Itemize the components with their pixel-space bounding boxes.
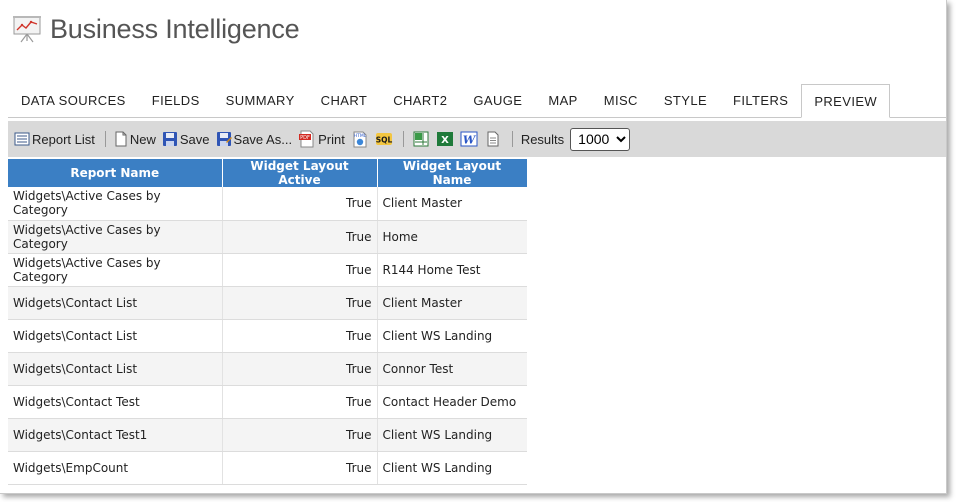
save-as-label: Save As... [233, 131, 293, 147]
save-as-button[interactable]: Save As... [216, 131, 293, 147]
cell-report-name: Widgets\Contact List [8, 352, 222, 386]
table-row: Widgets\EmpCount True Client WS Landing [8, 451, 527, 485]
cell-report-name: Widgets\EmpCount [8, 451, 222, 485]
new-label: New [129, 131, 156, 147]
toolbar: Report List New Save Save As... PDF Prin… [8, 121, 946, 157]
table-row: Widgets\Contact List True Client Master [8, 286, 527, 320]
document-icon [487, 131, 499, 147]
svg-text:W: W [463, 134, 477, 147]
report-list-icon [14, 132, 30, 146]
pdf-icon: PDF [299, 130, 314, 148]
cell-widget-layout-name: R144 Home Test [377, 253, 527, 287]
app-header: Business Intelligence [12, 12, 300, 46]
results-select[interactable]: 1000 [570, 127, 631, 151]
tab-fields[interactable]: FIELDS [139, 84, 213, 117]
table-row: Widgets\Active Cases by Category True Cl… [8, 187, 527, 221]
cell-widget-layout-name: Client WS Landing [377, 451, 527, 485]
excel-export-button[interactable]: X [436, 130, 454, 148]
cell-widget-layout-active: True [221, 385, 378, 419]
cell-widget-layout-active: True [221, 286, 378, 320]
table-row: Widgets\Contact List True Client WS Land… [8, 319, 527, 353]
cell-report-name: Widgets\Contact List [8, 319, 222, 353]
results-label: Results [520, 131, 565, 147]
table-row: Widgets\Contact Test True Contact Header… [8, 385, 527, 419]
table-header-row: Report Name Widget Layout Active Widget … [8, 159, 528, 187]
word-icon: W [460, 131, 478, 147]
csv-export-button[interactable] [412, 130, 430, 148]
cell-report-name: Widgets\Contact Test1 [8, 418, 222, 452]
print-label: Print [318, 131, 345, 147]
cell-widget-layout-name: Client WS Landing [377, 418, 527, 452]
cell-report-name: Widgets\Active Cases by Category [8, 253, 222, 287]
save-as-icon [216, 132, 232, 146]
svg-text:SQL: SQL [376, 136, 393, 145]
new-document-icon [115, 131, 127, 147]
new-button[interactable]: New [114, 131, 156, 147]
tab-preview[interactable]: PREVIEW [801, 84, 891, 118]
table-row: Widgets\Active Cases by Category True R1… [8, 253, 527, 287]
tab-data-sources[interactable]: DATA SOURCES [8, 84, 139, 117]
report-table: Report Name Widget Layout Active Widget … [8, 159, 528, 485]
html-export-button[interactable]: HTML [351, 130, 369, 148]
toolbar-separator [511, 131, 513, 147]
toolbar-separator [104, 131, 106, 147]
tab-style[interactable]: STYLE [651, 84, 720, 117]
toolbar-separator [402, 131, 404, 147]
svg-text:X: X [441, 135, 449, 146]
sql-button[interactable]: SQL [375, 130, 393, 148]
table-row: Widgets\Active Cases by Category True Ho… [8, 220, 527, 254]
cell-widget-layout-active: True [221, 418, 378, 452]
column-header-widget-layout-active[interactable]: Widget Layout Active [222, 159, 378, 187]
cell-widget-layout-active: True [221, 253, 378, 287]
save-button[interactable]: Save [162, 131, 210, 147]
cell-widget-layout-active: True [221, 451, 378, 485]
tab-chart2[interactable]: CHART2 [380, 84, 460, 117]
cell-widget-layout-name: Client Master [377, 286, 527, 320]
save-label: Save [179, 131, 210, 147]
cell-widget-layout-active: True [221, 187, 378, 221]
cell-widget-layout-name: Client WS Landing [377, 319, 527, 353]
csv-icon [413, 131, 429, 147]
cell-report-name: Widgets\Contact Test [8, 385, 222, 419]
cell-report-name: Widgets\Active Cases by Category [8, 220, 222, 254]
column-header-widget-layout-name[interactable]: Widget Layout Name [377, 159, 528, 187]
cell-widget-layout-name: Home [377, 220, 527, 254]
floppy-disk-icon [162, 132, 177, 146]
table-row: Widgets\Contact Test1 True Client WS Lan… [8, 418, 527, 452]
tab-summary[interactable]: SUMMARY [213, 84, 308, 117]
cell-widget-layout-name: Client Master [377, 187, 527, 221]
word-export-button[interactable]: W [460, 130, 478, 148]
app-title: Business Intelligence [50, 13, 300, 44]
cell-widget-layout-name: Contact Header Demo [377, 385, 527, 419]
report-list-button[interactable]: Report List [14, 131, 95, 147]
cell-report-name: Widgets\Contact List [8, 286, 222, 320]
svg-text:HTML: HTML [354, 133, 367, 139]
cell-widget-layout-name: Connor Test [377, 352, 527, 386]
tab-chart[interactable]: CHART [308, 84, 381, 117]
column-header-report-name[interactable]: Report Name [8, 159, 223, 187]
html-icon: HTML [353, 131, 367, 148]
print-button[interactable]: PDF Print [298, 130, 345, 148]
tab-gauge[interactable]: GAUGE [460, 84, 535, 117]
svg-text:PDF: PDF [300, 135, 310, 141]
tab-bar: DATA SOURCES FIELDS SUMMARY CHART CHART2… [8, 84, 946, 118]
cell-widget-layout-active: True [221, 220, 378, 254]
excel-icon: X [436, 132, 453, 146]
cell-report-name: Widgets\Active Cases by Category [8, 187, 222, 221]
sql-icon: SQL [376, 133, 393, 145]
cell-widget-layout-active: True [221, 319, 378, 353]
app-window: Business Intelligence DATA SOURCES FIELD… [0, 0, 947, 494]
tab-filters[interactable]: FILTERS [720, 84, 801, 117]
xml-export-button[interactable] [484, 130, 502, 148]
cell-widget-layout-active: True [221, 352, 378, 386]
table-row: Widgets\Contact List True Connor Test [8, 352, 527, 386]
report-list-label: Report List [32, 131, 95, 147]
tab-map[interactable]: MAP [535, 84, 590, 117]
presentation-board-icon [13, 16, 41, 43]
tab-misc[interactable]: MISC [591, 84, 651, 117]
